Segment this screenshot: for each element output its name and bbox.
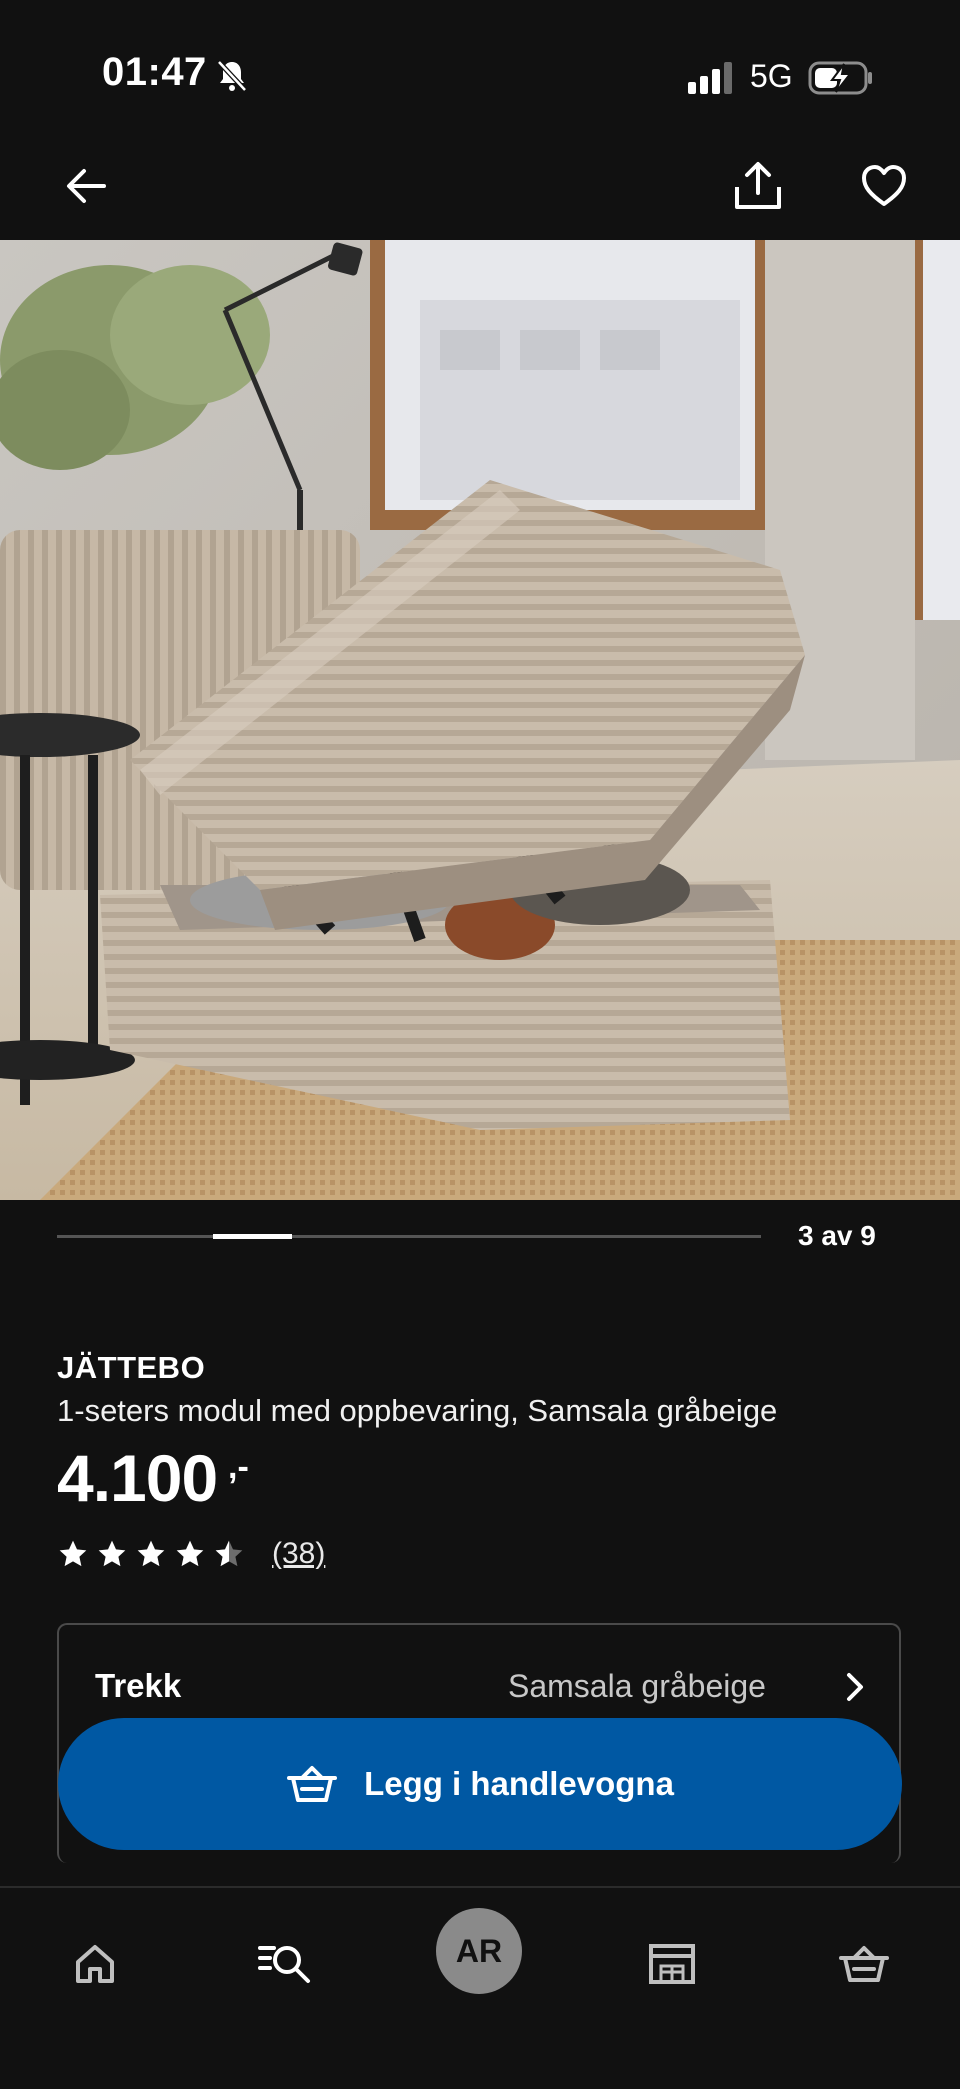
bell-muted-icon <box>217 60 247 92</box>
add-to-cart-button[interactable]: Legg i handlevogna <box>58 1718 902 1850</box>
ar-button[interactable]: AR <box>436 1908 522 1994</box>
star-half-icon <box>215 1540 243 1567</box>
star-icon <box>176 1540 204 1567</box>
status-time: 01:47 <box>102 50 207 94</box>
option-value[interactable]: Samsala gråbeige <box>508 1668 766 1705</box>
share-icon <box>735 162 781 209</box>
image-counter: 3 av 9 <box>798 1220 876 1251</box>
favourite-button[interactable] <box>854 156 914 216</box>
product-name: JÄTTEBO <box>57 1350 206 1385</box>
nav-basket[interactable] <box>824 1924 904 2004</box>
basket-icon <box>287 1766 338 1802</box>
nav-store[interactable] <box>632 1924 712 2004</box>
option-label[interactable]: Trekk <box>95 1667 181 1705</box>
nav-search[interactable] <box>245 1924 325 2004</box>
store-icon <box>649 1944 695 1984</box>
carousel-track[interactable] <box>57 1235 761 1238</box>
bottom-nav: AR <box>0 1886 960 2089</box>
product-price: 4.100 <box>57 1441 218 1515</box>
battery-charging-icon <box>808 61 872 95</box>
star-icon <box>98 1540 126 1567</box>
heart-icon <box>862 165 906 206</box>
chevron-right-icon[interactable] <box>838 1670 872 1704</box>
nav-home[interactable] <box>55 1924 135 2004</box>
price-suffix: ,- <box>228 1448 249 1486</box>
search-list-icon <box>258 1946 310 1983</box>
product-description: 1-seters modul med oppbevaring, Samsala … <box>57 1393 778 1428</box>
cell-signal-icon <box>688 62 732 94</box>
back-button[interactable] <box>56 156 116 216</box>
star-icon <box>137 1540 165 1567</box>
back-arrow-icon <box>67 169 106 203</box>
product-image[interactable] <box>0 240 960 1200</box>
home-icon <box>76 1945 114 1983</box>
network-type: 5G <box>750 58 793 94</box>
basket-icon <box>839 1946 889 1982</box>
rating-stars[interactable] <box>57 1538 245 1570</box>
review-count-link[interactable]: (38) <box>272 1537 325 1571</box>
star-icon <box>59 1540 87 1567</box>
add-to-cart-label: Legg i handlevogna <box>364 1765 674 1802</box>
carousel-thumb <box>213 1234 292 1239</box>
share-button[interactable] <box>728 156 788 216</box>
